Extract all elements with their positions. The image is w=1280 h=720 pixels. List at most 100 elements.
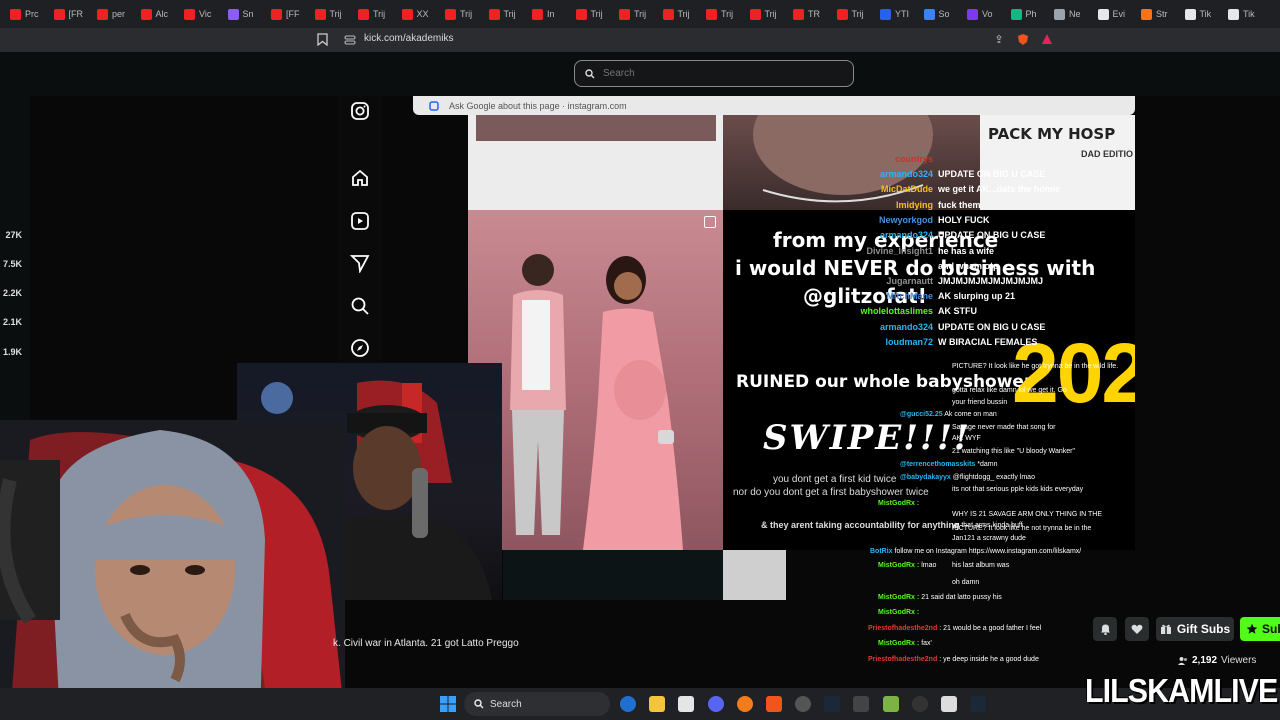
browser-tab[interactable]: per xyxy=(91,3,135,25)
chat-username[interactable]: Divine_Insight1 xyxy=(860,246,938,256)
browser-tab[interactable]: Trij xyxy=(613,3,657,25)
browser-tab[interactable]: Evi xyxy=(1092,3,1136,25)
channel-viewer-count[interactable]: 2.1K xyxy=(0,317,22,327)
firefox-icon[interactable] xyxy=(737,696,753,712)
store-icon[interactable] xyxy=(678,696,694,712)
tab-label: Trij xyxy=(764,9,777,19)
chat-username[interactable]: MistGodRx : xyxy=(878,640,919,647)
browser-tab[interactable]: Trij xyxy=(700,3,744,25)
tab-label: So xyxy=(938,9,950,19)
gift-subs-button[interactable]: Gift Subs xyxy=(1156,617,1234,641)
discord-icon[interactable] xyxy=(708,696,724,712)
browser-tab[interactable]: Vo xyxy=(961,3,1005,25)
chat-username[interactable]: armando324 xyxy=(860,322,938,332)
tab-favicon-icon xyxy=(314,8,326,20)
viewer-count-label: Viewers xyxy=(1221,655,1257,666)
browser-tab[interactable]: Prc xyxy=(4,3,48,25)
obs-icon[interactable] xyxy=(795,696,811,712)
chat-text: your friend bussin xyxy=(952,399,1008,406)
browser-tab[interactable]: So xyxy=(918,3,962,25)
browser-tab[interactable]: Ph xyxy=(1005,3,1049,25)
browser-tab[interactable]: Vic xyxy=(178,3,222,25)
url-text[interactable]: kick.com/akademiks xyxy=(364,33,453,44)
taskbar-search[interactable]: Search xyxy=(464,692,610,716)
browser-tab[interactable]: Trij xyxy=(439,3,483,25)
steam-icon[interactable] xyxy=(824,696,840,712)
channel-viewer-count[interactable]: 27K xyxy=(0,230,22,240)
chat-username[interactable]: @terrencethomasskits xyxy=(900,461,975,468)
browser-tab[interactable]: Trij xyxy=(831,3,875,25)
browser-tab[interactable]: Trij xyxy=(744,3,788,25)
chat-username[interactable]: MistGodRx : xyxy=(878,609,919,616)
chat-username[interactable]: @babydakayyx xyxy=(900,474,951,481)
search-input[interactable] xyxy=(603,68,823,79)
chat-username[interactable]: Jugarnautt xyxy=(860,276,938,286)
browser-tab[interactable]: [FR xyxy=(48,3,92,25)
site-info-icon[interactable] xyxy=(344,34,356,46)
browser-tab[interactable]: Trij xyxy=(483,3,527,25)
channel-viewer-count[interactable]: 1.9K xyxy=(0,347,22,357)
chat-text: JMJMJMJMJMJMJMJMJ xyxy=(938,276,1044,286)
chat-message: armando324 UPDATE ON BIG U CASE xyxy=(860,320,1140,334)
search-box[interactable] xyxy=(574,60,854,87)
brave-icon[interactable] xyxy=(766,696,782,712)
browser-tab[interactable]: Trij xyxy=(352,3,396,25)
browser-tab[interactable]: YTI xyxy=(874,3,918,25)
browser-tab[interactable]: XX xyxy=(396,3,440,25)
tab-label: Sn xyxy=(242,9,254,19)
browser-tab[interactable]: Trij xyxy=(657,3,701,25)
browser-tab[interactable]: Tik xyxy=(1222,3,1266,25)
chat-username[interactable]: MistGodRx : xyxy=(878,500,919,507)
chat-username[interactable]: lmidying xyxy=(860,200,938,210)
browser-tab[interactable]: TR xyxy=(787,3,831,25)
browser-tab[interactable]: Sn xyxy=(222,3,266,25)
tab-label: Trij xyxy=(721,9,734,19)
browser-tab[interactable]: Alc xyxy=(135,3,179,25)
chat-text: follow me on Instagram https://www.insta… xyxy=(894,548,1082,555)
app-icon[interactable] xyxy=(853,696,869,712)
chat-username[interactable]: MistGodRx : xyxy=(878,562,919,569)
browser-tab[interactable]: [FF xyxy=(265,3,309,25)
file-explorer-icon[interactable] xyxy=(649,696,665,712)
chat-username[interactable]: Priestofhadesthe2nd xyxy=(868,656,937,663)
channel-viewer-count[interactable]: 7.5K xyxy=(0,259,22,269)
app-icon[interactable] xyxy=(883,696,899,712)
copilot-icon[interactable] xyxy=(620,696,636,712)
windows-start-icon[interactable] xyxy=(440,696,456,712)
steam-icon[interactable] xyxy=(970,696,986,712)
chat-username[interactable]: loudman72 xyxy=(860,337,938,347)
browser-tab[interactable]: Tik xyxy=(1179,3,1223,25)
chat-username[interactable]: Priestofhadesthe2nd xyxy=(868,625,937,632)
browser-tab[interactable]: Trij xyxy=(570,3,614,25)
subscribe-button[interactable]: Sub xyxy=(1240,617,1280,641)
browser-tab[interactable]: In xyxy=(526,3,570,25)
app-icon[interactable] xyxy=(941,696,957,712)
browser-tab[interactable]: Ne xyxy=(1048,3,1092,25)
bookmark-icon[interactable] xyxy=(317,33,328,46)
chat-username[interactable]: armando324 xyxy=(860,169,938,179)
browser-tab[interactable]: Trij xyxy=(309,3,353,25)
brave-rewards-icon[interactable] xyxy=(1040,32,1054,46)
chat-username[interactable]: Newyorkgod xyxy=(860,215,938,225)
app-icon[interactable] xyxy=(912,696,928,712)
chat-username[interactable]: @gucci52.25 xyxy=(900,411,943,418)
chat-message: Newyorkgod HOLY FUCK xyxy=(860,213,1140,227)
streamer-watermark: LILSKAMLIVE xyxy=(1085,672,1278,709)
chat-username[interactable]: wholelottaslimes xyxy=(860,306,938,316)
tab-favicon-icon xyxy=(706,8,717,20)
chat-username[interactable]: BotRix xyxy=(870,548,893,555)
channel-viewer-count[interactable]: 2.2K xyxy=(0,288,22,298)
chat-username[interactable]: MistGodRx : xyxy=(878,594,919,601)
brave-shield-icon[interactable] xyxy=(1016,32,1030,46)
browser-tab[interactable]: Str xyxy=(1135,3,1179,25)
chat-username[interactable]: countrys xyxy=(860,154,938,164)
chat-overlay: countrys armando324 UPDATE ON BIG U CASE Mi… xyxy=(860,150,1135,670)
chat-username[interactable]: MicDatDude xyxy=(860,184,938,194)
tab-favicon-icon xyxy=(836,8,848,20)
notifications-button[interactable] xyxy=(1093,617,1117,641)
follow-button[interactable] xyxy=(1125,617,1149,641)
share-icon[interactable]: ⇪ xyxy=(992,32,1006,46)
chat-username[interactable]: armando324 xyxy=(860,230,938,240)
address-bar[interactable]: kick.com/akademiks ⇪ xyxy=(0,28,1280,52)
chat-username[interactable]: MitchMane xyxy=(860,291,938,301)
